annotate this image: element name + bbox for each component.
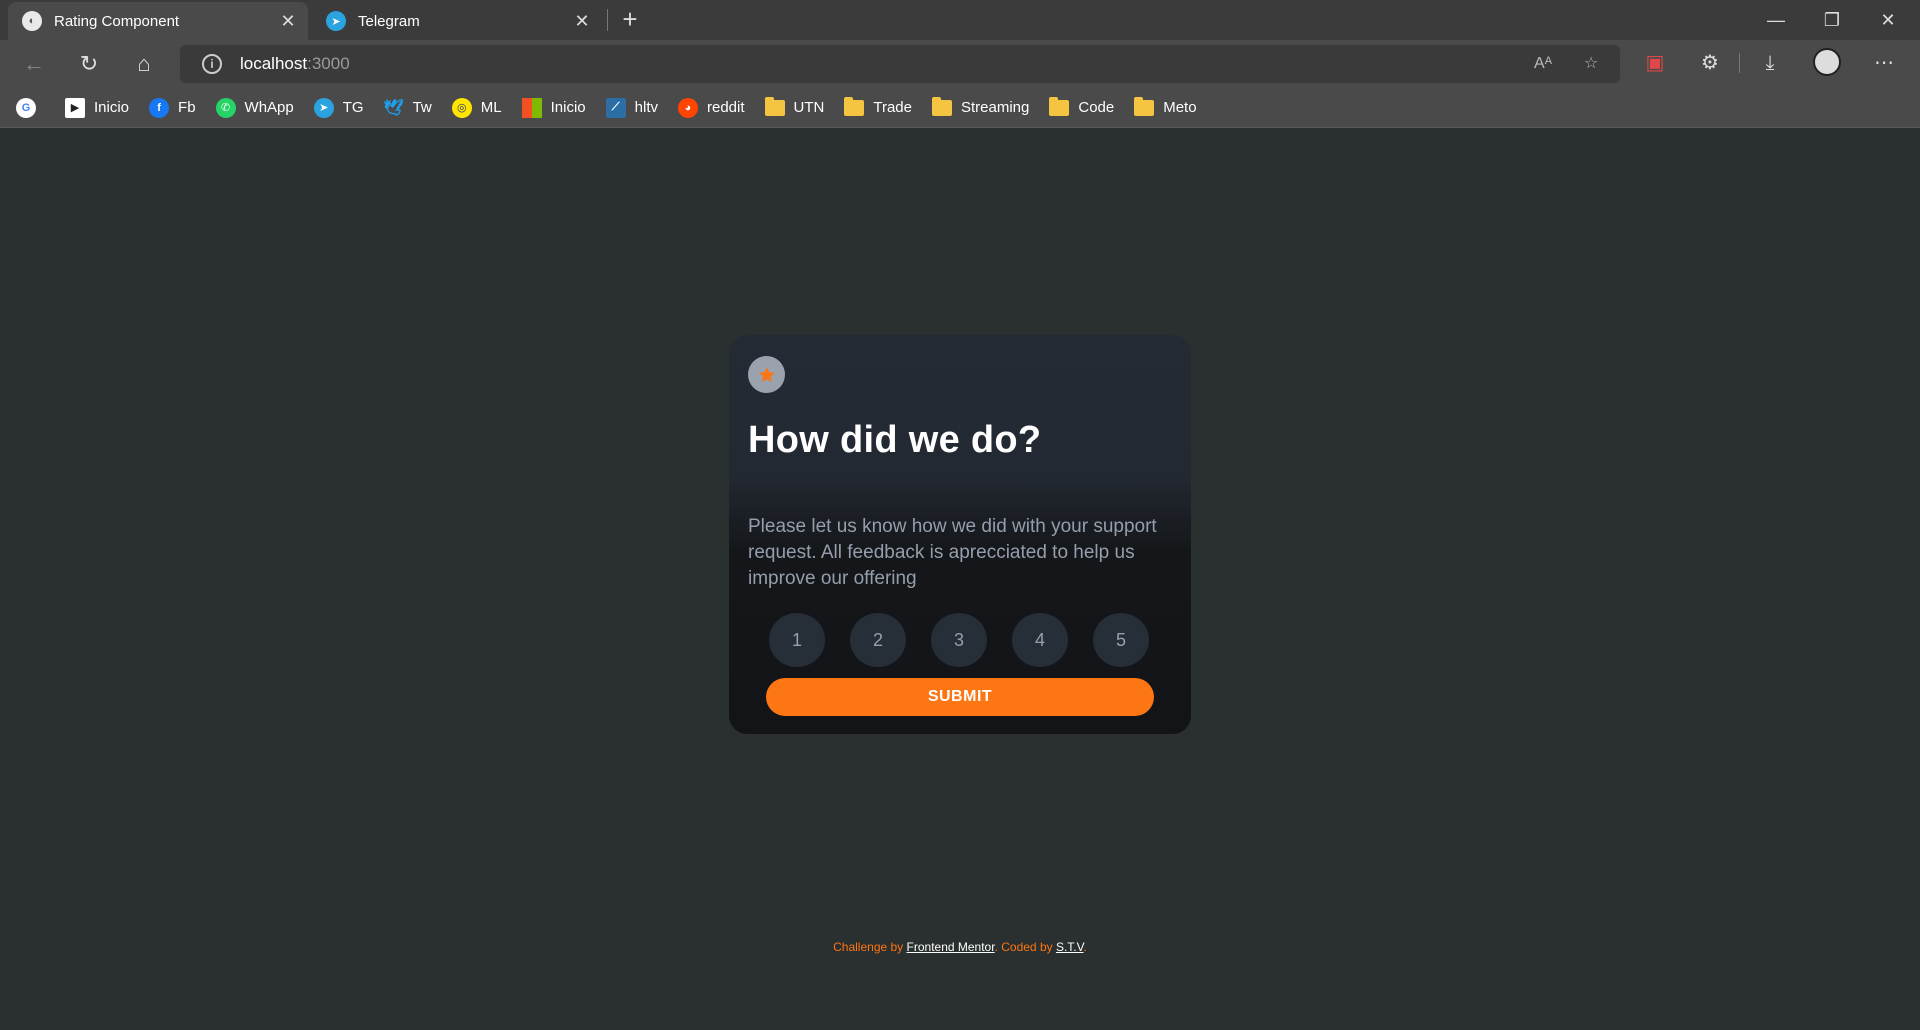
submit-button[interactable]: SUBMIT — [766, 678, 1154, 716]
bookmark-label: Inicio — [94, 99, 130, 116]
bookmark-label: Code — [1078, 99, 1115, 116]
close-window-icon[interactable]: ✕ — [1860, 0, 1916, 40]
bookmark-ml[interactable]: ◎ ML — [451, 97, 502, 118]
twitter-icon: 🕊 — [383, 99, 404, 117]
tab-rating-component[interactable]: ◐ Rating Component ✕ — [8, 2, 308, 40]
folder-icon — [844, 96, 865, 116]
hltv-icon: ⟋ — [605, 97, 626, 118]
bookmark-label: hltv — [634, 99, 658, 116]
navigation-bar: ← ↻ ⌂ i localhost:3000 Aᴬ ☆ — [0, 40, 1920, 88]
bookmark-folder-trade[interactable]: Trade — [844, 96, 912, 116]
rating-button-3[interactable]: 3 — [931, 613, 987, 667]
tab-divider — [607, 9, 608, 31]
folder-icon — [1134, 96, 1155, 116]
home-icon[interactable]: ⌂ — [128, 48, 160, 80]
telegram-icon: ➤ — [313, 97, 334, 118]
telegram-icon: ➤ — [326, 11, 346, 31]
bookmark-tg[interactable]: ➤ TG — [313, 97, 364, 118]
frontend-mentor-link[interactable]: Frontend Mentor — [907, 940, 995, 954]
bookmark-label: ML — [480, 99, 502, 116]
bookmark-label: Meto — [1163, 99, 1197, 116]
bookmark-label: Tw — [412, 99, 432, 116]
bookmark-tw[interactable]: 🕊 Tw — [383, 98, 432, 118]
restore-icon[interactable]: ❐ — [1804, 0, 1860, 40]
card-title: How did we do? — [748, 419, 1042, 461]
bookmark-label: Trade — [873, 99, 912, 116]
minimize-icon[interactable]: — — [1748, 0, 1804, 40]
attribution-footer: Challenge by Frontend Mentor. Coded by S… — [0, 940, 1920, 954]
tab-label: Rating Component — [54, 12, 180, 30]
bookmark-label: TG — [342, 99, 364, 116]
tab-label: Telegram — [358, 12, 420, 30]
facebook-icon: f — [149, 97, 170, 118]
rating-card: How did we do? Please let us know how we… — [729, 335, 1191, 734]
rating-button-2[interactable]: 2 — [850, 613, 906, 667]
bookmark-inicio-ms[interactable]: Inicio — [521, 97, 586, 118]
profile-avatar[interactable] — [1812, 48, 1842, 78]
refresh-icon[interactable]: ↻ — [73, 48, 105, 80]
bookmark-google[interactable]: G — [16, 97, 45, 118]
bookmark-label: reddit — [706, 99, 745, 116]
reddit-icon: ◕ — [677, 97, 698, 118]
bookmark-fb[interactable]: f Fb — [149, 97, 196, 118]
folder-icon — [1049, 96, 1070, 116]
bookmark-folder-meto[interactable]: Meto — [1134, 96, 1197, 116]
bookmarks-bar: G ▶ Inicio f Fb ✆ WhApp ➤ TG 🕊 Tw ◎ ML Inicio … — [0, 88, 1920, 128]
close-tab-icon[interactable]: ✕ — [568, 11, 596, 32]
star-badge — [748, 356, 785, 393]
play-icon: ▶ — [65, 97, 85, 118]
bookmark-folder-streaming[interactable]: Streaming — [931, 96, 1030, 116]
more-options-icon[interactable]: ⋯ — [1869, 48, 1899, 78]
back-icon[interactable]: ← — [18, 48, 50, 80]
globe-icon: ◐ — [22, 11, 42, 31]
extension-icon[interactable]: ▣ — [1640, 48, 1670, 78]
tab-telegram[interactable]: ➤ Telegram ✕ — [312, 2, 602, 40]
url-port: :3000 — [307, 54, 350, 73]
bookmark-whapp[interactable]: ✆ WhApp — [215, 97, 294, 118]
rating-button-4[interactable]: 4 — [1012, 613, 1068, 667]
coded-prefix: . Coded by — [994, 940, 1056, 954]
download-icon[interactable]: ⤓ — [1755, 48, 1785, 78]
rating-button-5[interactable]: 5 — [1093, 613, 1149, 667]
bookmark-label: Streaming — [960, 99, 1030, 116]
address-bar[interactable]: i localhost:3000 Aᴬ ☆ — [180, 45, 1620, 83]
extensions-icon[interactable]: ⚙ — [1695, 48, 1725, 78]
rating-button-1[interactable]: 1 — [769, 613, 825, 667]
star-icon — [758, 366, 775, 382]
rating-options: 1 2 3 4 5 — [769, 613, 1153, 667]
card-description: Please let us know how we did with your … — [748, 516, 1157, 589]
close-tab-icon[interactable]: ✕ — [274, 11, 302, 32]
bookmark-label: UTN — [793, 99, 825, 116]
add-favorite-icon[interactable]: ☆ — [1578, 51, 1604, 77]
microsoft-icon — [521, 97, 542, 118]
mercadolibre-icon: ◎ — [451, 97, 472, 118]
bookmark-hltv[interactable]: ⟋ hltv — [605, 97, 658, 118]
whatsapp-icon: ✆ — [215, 97, 236, 118]
browser-chrome: ◐ Rating Component ✕ ➤ Telegram ✕ + — ❐ … — [0, 0, 1920, 128]
bookmark-folder-code[interactable]: Code — [1049, 96, 1115, 116]
bookmark-label: WhApp — [244, 99, 294, 116]
site-info-icon[interactable]: i — [202, 54, 222, 74]
new-tab-icon[interactable]: + — [616, 4, 644, 34]
url-host: localhost — [240, 54, 308, 73]
author-link[interactable]: S.T.V — [1056, 940, 1084, 954]
bookmark-reddit[interactable]: ◕ reddit — [677, 97, 745, 118]
tab-strip: ◐ Rating Component ✕ ➤ Telegram ✕ + — ❐ … — [0, 0, 1920, 40]
folder-icon — [764, 96, 785, 116]
folder-icon — [931, 96, 952, 116]
bookmark-inicio[interactable]: ▶ Inicio — [65, 97, 130, 118]
bookmark-label: Inicio — [550, 99, 586, 116]
footer-suffix: . — [1083, 940, 1087, 954]
google-icon: G — [16, 97, 36, 118]
bookmark-label: Fb — [178, 99, 196, 116]
challenge-prefix: Challenge by — [833, 940, 907, 954]
read-aloud-icon[interactable]: Aᴬ — [1530, 51, 1556, 77]
bookmark-folder-utn[interactable]: UTN — [764, 96, 825, 116]
toolbar-divider — [1739, 53, 1740, 73]
